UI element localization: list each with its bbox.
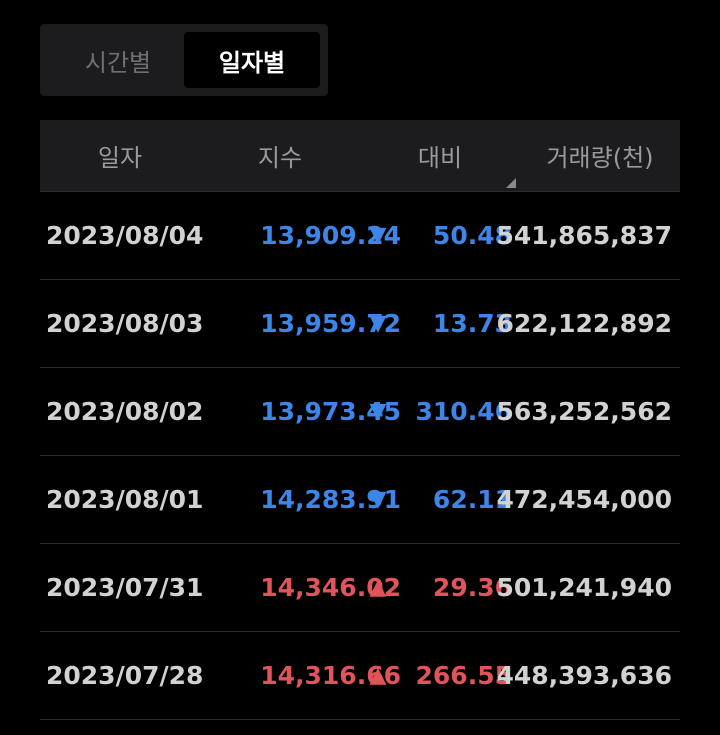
down-arrow-icon: ▼	[369, 311, 387, 336]
row-change-value: 310.46	[415, 397, 512, 426]
up-arrow-icon: ▲	[369, 663, 387, 688]
row-volume: 501,241,940	[496, 573, 672, 602]
table-header: 일자 지수 대비 거래량(천)	[40, 120, 680, 192]
tab-daily[interactable]: 일자별	[184, 32, 320, 88]
down-arrow-icon: ▼	[369, 223, 387, 248]
row-change-value: 29.36	[432, 573, 512, 602]
row-volume: 448,393,636	[496, 661, 672, 690]
period-tab-group: 시간별 일자별	[40, 24, 328, 96]
row-volume: 563,252,562	[496, 397, 672, 426]
column-header-date[interactable]: 일자	[40, 120, 200, 191]
column-header-index[interactable]: 지수	[200, 120, 360, 191]
sort-indicator-icon	[506, 178, 516, 188]
up-arrow-icon: ▲	[369, 575, 387, 600]
row-change-value: 266.55	[415, 661, 512, 690]
column-header-change[interactable]: 대비	[360, 120, 520, 191]
down-arrow-icon: ▼	[369, 399, 387, 424]
row-volume: 541,865,837	[496, 221, 672, 250]
row-date: 2023/08/03	[46, 309, 204, 338]
index-history-table: 일자 지수 대비 거래량(천) 2023/08/04 13,909.24 ▼ 5…	[40, 120, 680, 720]
row-change-value: 62.11	[432, 485, 512, 514]
row-date: 2023/08/04	[46, 221, 204, 250]
table-row[interactable]: 2023/08/01 14,283.91 ▼ 62.11 472,454,000	[40, 456, 680, 544]
column-header-volume[interactable]: 거래량(천)	[520, 120, 680, 191]
row-change-value: 50.48	[432, 221, 512, 250]
table-row[interactable]: 2023/08/02 13,973.45 ▼ 310.46 563,252,56…	[40, 368, 680, 456]
table-row[interactable]: 2023/08/03 13,959.72 ▼ 13.73 622,122,892	[40, 280, 680, 368]
row-date: 2023/08/01	[46, 485, 204, 514]
tab-hourly[interactable]: 시간별	[48, 32, 188, 88]
row-date: 2023/07/31	[46, 573, 204, 602]
row-volume: 622,122,892	[496, 309, 672, 338]
row-date: 2023/07/28	[46, 661, 204, 690]
row-date: 2023/08/02	[46, 397, 204, 426]
table-row[interactable]: 2023/08/04 13,909.24 ▼ 50.48 541,865,837	[40, 192, 680, 280]
table-row[interactable]: 2023/07/31 14,346.02 ▲ 29.36 501,241,940	[40, 544, 680, 632]
table-row[interactable]: 2023/07/28 14,316.66 ▲ 266.55 448,393,63…	[40, 632, 680, 720]
row-change-value: 13.73	[432, 309, 512, 338]
down-arrow-icon: ▼	[369, 487, 387, 512]
row-volume: 472,454,000	[496, 485, 672, 514]
